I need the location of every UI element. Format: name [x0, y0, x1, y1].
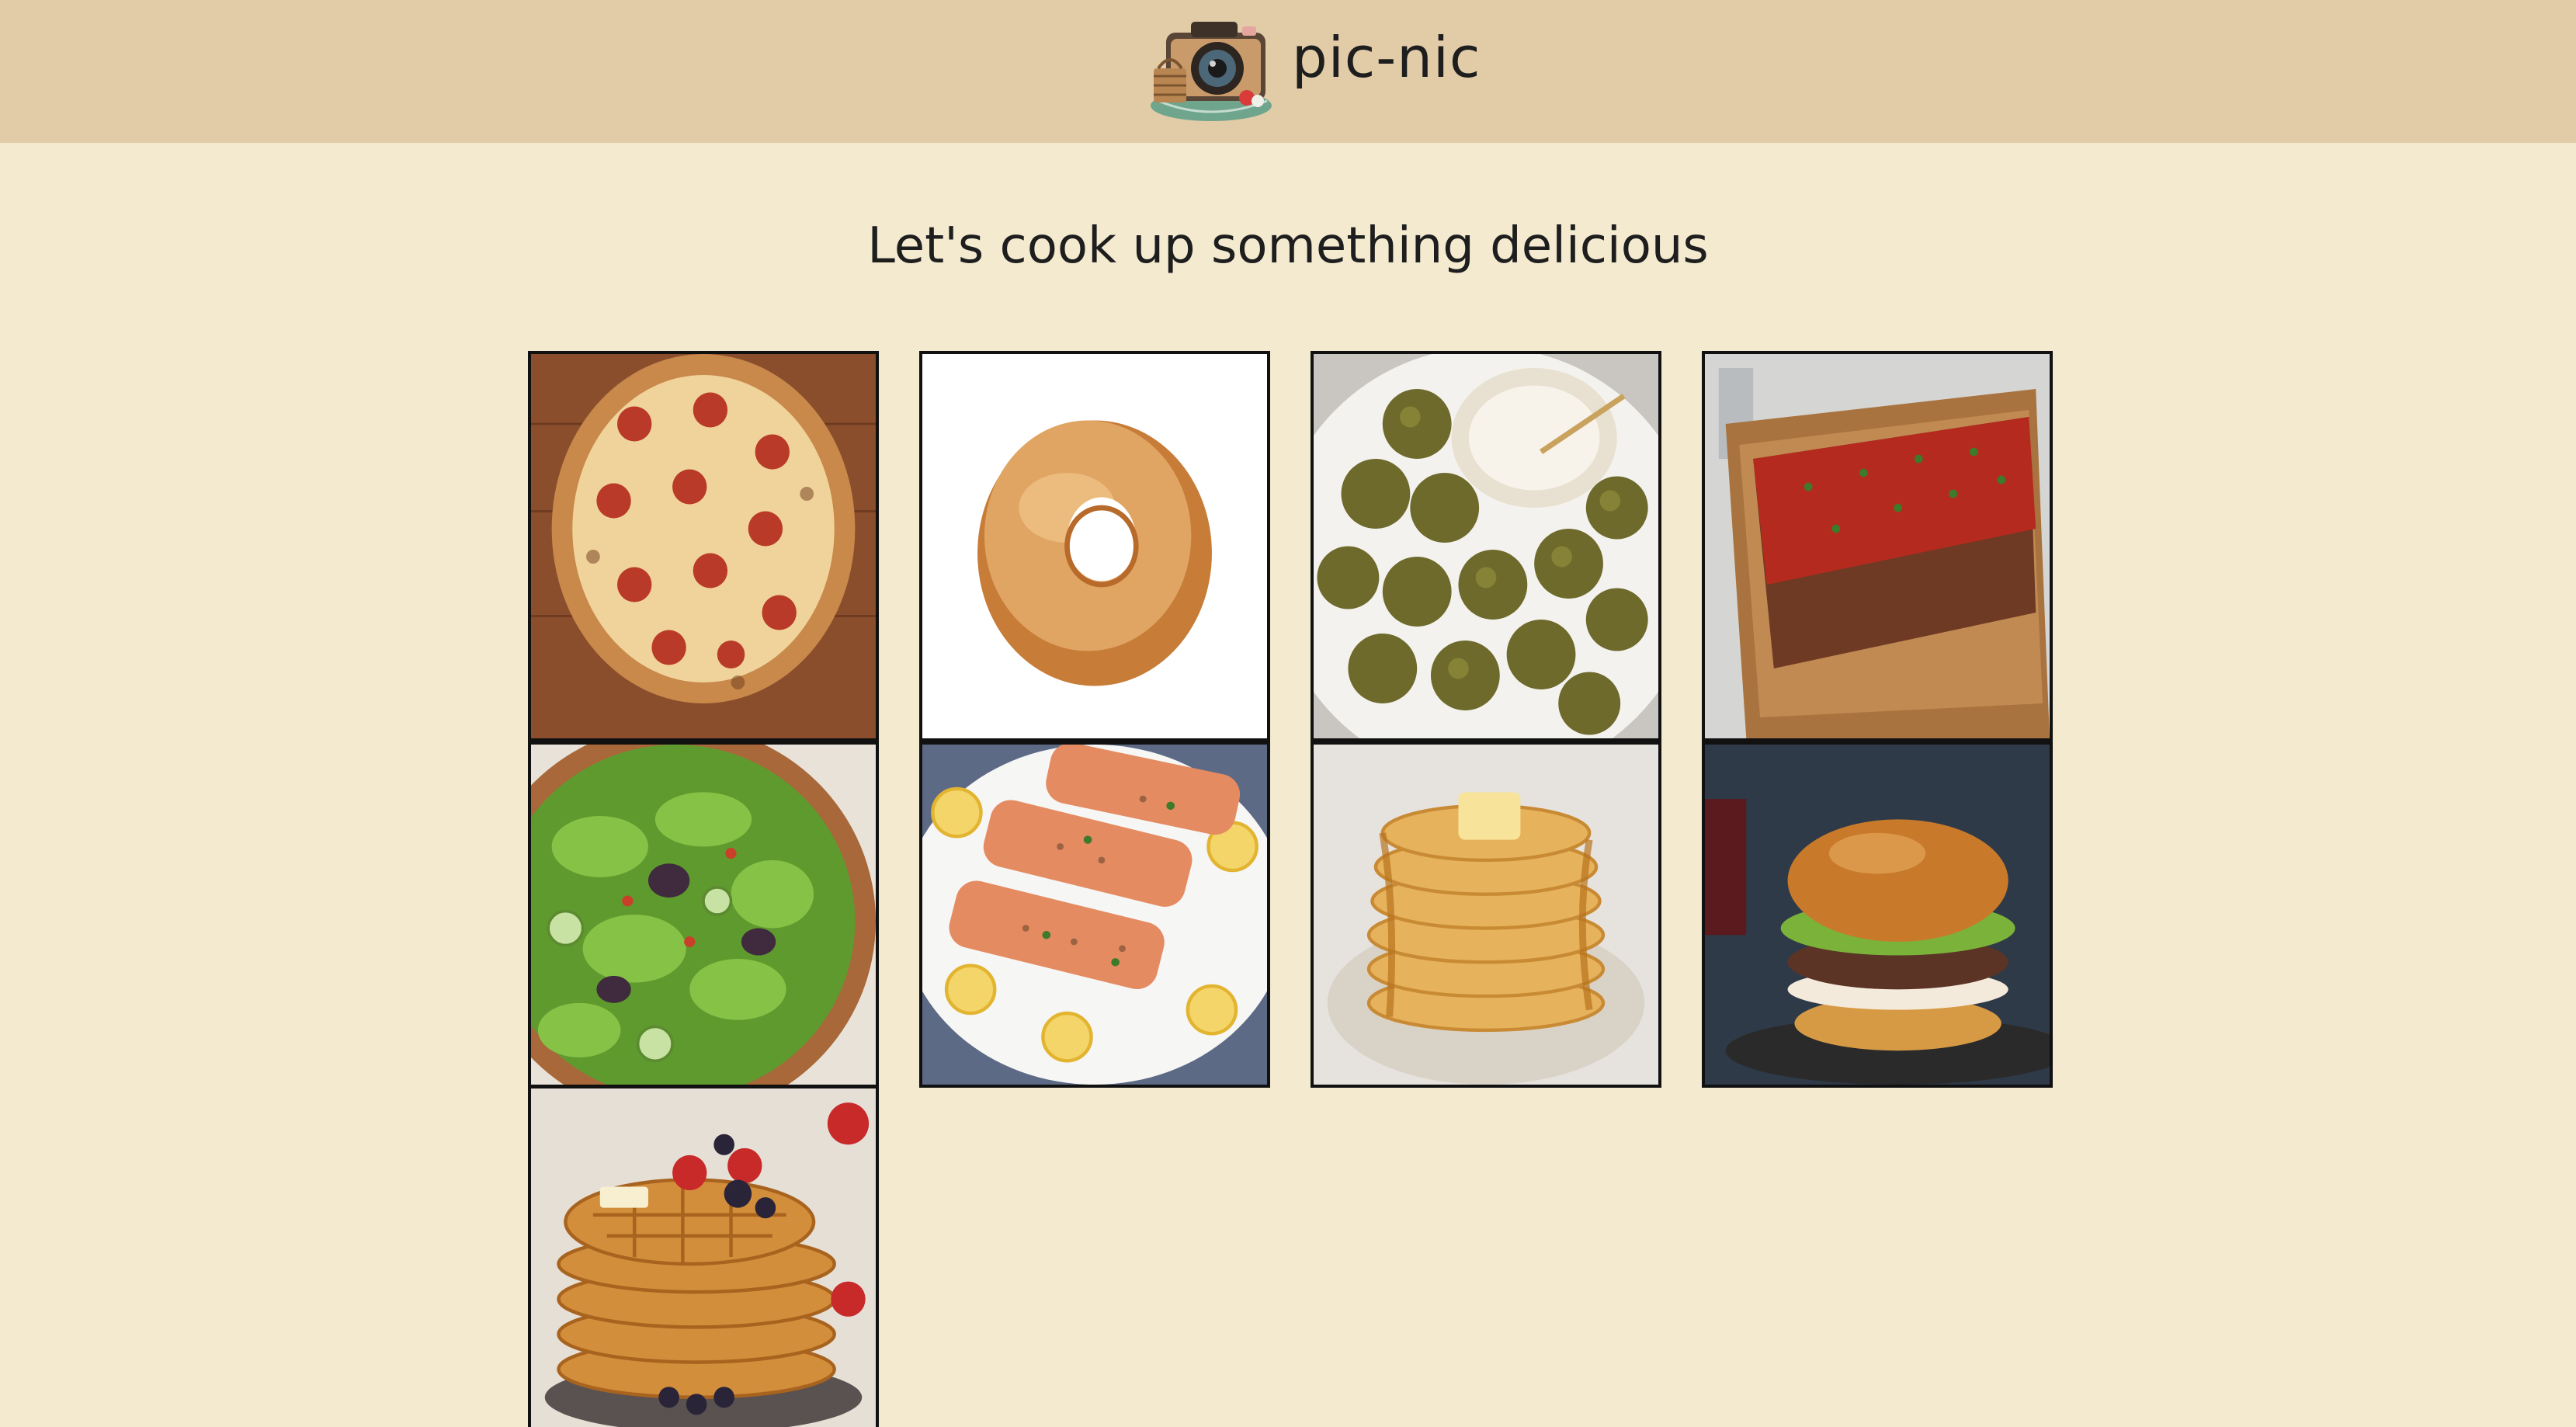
recipe-card-salmon[interactable]	[919, 741, 1270, 1088]
donut-image	[922, 354, 1267, 738]
recipe-card-salad[interactable]	[528, 741, 879, 1088]
recipe-card-pancakes[interactable]	[1311, 741, 1661, 1088]
burger-image	[1705, 745, 2050, 1085]
meatloaf-image	[1705, 354, 2050, 738]
salmon-image	[922, 745, 1267, 1085]
recipe-card-donut[interactable]	[919, 351, 1270, 741]
recipe-card-meatloaf[interactable]	[1702, 351, 2053, 741]
salad-image	[531, 745, 876, 1085]
recipe-card-burger[interactable]	[1702, 741, 2053, 1088]
recipe-card-waffles[interactable]	[528, 1085, 879, 1427]
waffles-image	[531, 1088, 876, 1427]
recipe-gallery	[0, 0, 2576, 1427]
recipe-card-pizza[interactable]	[528, 351, 879, 741]
pancakes-image	[1314, 745, 1658, 1085]
falafel-image	[1314, 354, 1658, 738]
recipe-card-falafel[interactable]	[1311, 351, 1661, 741]
pizza-image	[531, 354, 876, 738]
